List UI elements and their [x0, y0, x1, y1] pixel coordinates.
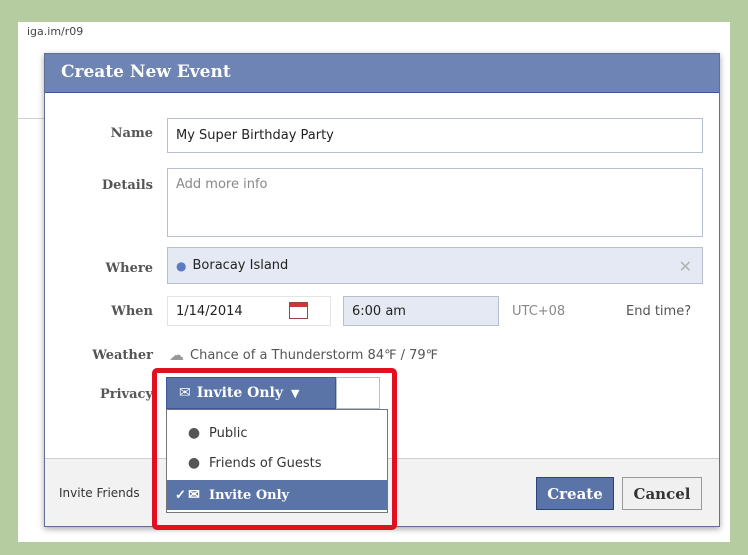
- cancel-button[interactable]: Cancel: [622, 477, 702, 510]
- event-name-input[interactable]: My Super Birthday Party: [167, 118, 703, 153]
- event-name-value: My Super Birthday Party: [176, 128, 334, 143]
- create-button[interactable]: Create: [536, 477, 614, 510]
- time-value: 6:00 am: [352, 303, 406, 319]
- highlight-annotation: [152, 368, 397, 530]
- map-pin-icon: ●: [176, 258, 187, 273]
- background-url-fragment: iga.im/r09: [27, 25, 84, 38]
- date-value: 1/14/2014: [176, 303, 243, 319]
- timezone-label: UTC+08: [512, 304, 566, 319]
- where-label: Where: [105, 261, 153, 276]
- when-label: When: [111, 304, 153, 319]
- clear-icon[interactable]: ✕: [679, 257, 692, 276]
- calendar-icon[interactable]: [289, 302, 308, 319]
- name-label: Name: [110, 126, 153, 141]
- event-time-input[interactable]: 6:00 am: [343, 296, 499, 326]
- weather-cloud-icon: ☁: [169, 346, 184, 364]
- details-placeholder: Add more info: [176, 177, 268, 192]
- where-value: Boracay Island: [192, 258, 289, 273]
- invite-friends-link[interactable]: Invite Friends: [59, 486, 140, 500]
- event-date-input[interactable]: 1/14/2014: [167, 296, 331, 326]
- dialog-title-bar: Create New Event: [45, 54, 719, 93]
- where-input[interactable]: ● Boracay Island ✕: [167, 247, 703, 284]
- end-time-link[interactable]: End time?: [626, 304, 691, 319]
- weather-text: Chance of a Thunderstorm 84℉ / 79℉: [190, 347, 439, 363]
- details-label: Details: [101, 178, 153, 193]
- weather-label: Weather: [92, 348, 153, 363]
- weather-forecast: ☁ Chance of a Thunderstorm 84℉ / 79℉: [169, 346, 438, 364]
- privacy-label: Privacy: [99, 387, 153, 402]
- dialog-title: Create New Event: [61, 62, 231, 82]
- event-details-textarea[interactable]: Add more info: [167, 168, 703, 237]
